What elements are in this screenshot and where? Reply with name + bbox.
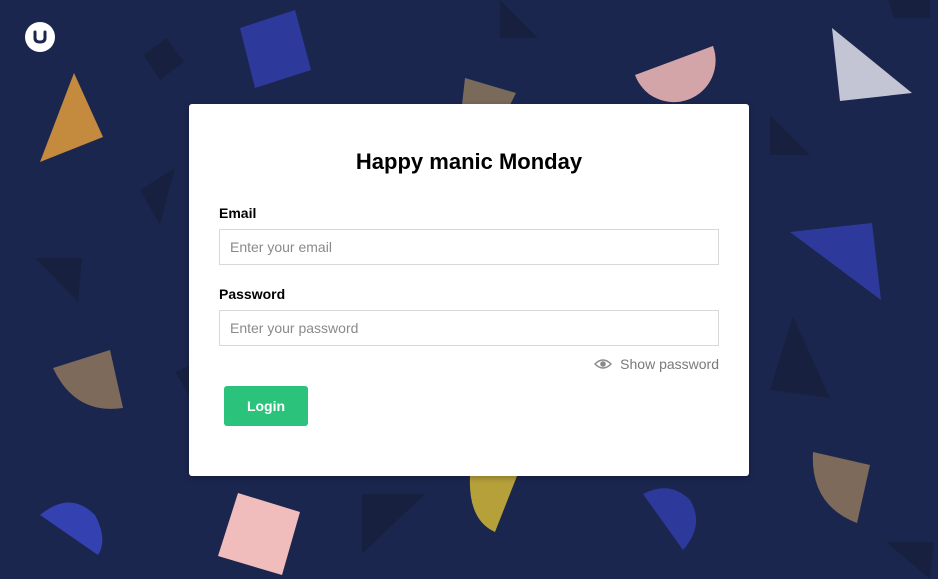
bg-shape	[140, 168, 175, 225]
bg-shape	[362, 494, 425, 554]
eye-icon	[594, 359, 613, 369]
bg-shape	[790, 223, 881, 300]
bg-shape	[469, 476, 517, 532]
bg-shape	[770, 316, 830, 398]
bg-shape	[770, 115, 810, 155]
bg-shape	[886, 542, 934, 579]
page-title: Happy manic Monday	[355, 149, 583, 174]
bg-shape	[240, 10, 311, 88]
logo-glyph	[33, 30, 47, 44]
bg-shape	[175, 366, 189, 395]
password-label: Password	[219, 286, 286, 302]
login-card: Happy manic Monday Email Password Show p…	[189, 104, 749, 476]
bg-shape	[888, 0, 930, 18]
email-label: Email	[219, 205, 257, 221]
bg-shape	[643, 488, 697, 550]
bg-shape	[53, 350, 123, 409]
bg-shape	[143, 38, 184, 80]
bg-shape	[812, 452, 870, 523]
bg-shape	[832, 28, 912, 101]
bg-shape	[636, 46, 715, 101]
bg-shape	[500, 0, 538, 38]
show-password-toggle[interactable]: Show password	[594, 356, 719, 372]
bg-shape	[462, 78, 516, 105]
umbraco-logo-icon	[25, 22, 55, 52]
password-input[interactable]	[219, 310, 719, 346]
email-input[interactable]	[219, 229, 719, 265]
bg-shape	[40, 502, 103, 555]
show-password-label: Show password	[620, 356, 719, 372]
bg-shape	[40, 73, 103, 162]
bg-shape	[218, 493, 300, 575]
bg-shape	[35, 258, 82, 302]
login-button[interactable]: Login	[224, 386, 308, 426]
